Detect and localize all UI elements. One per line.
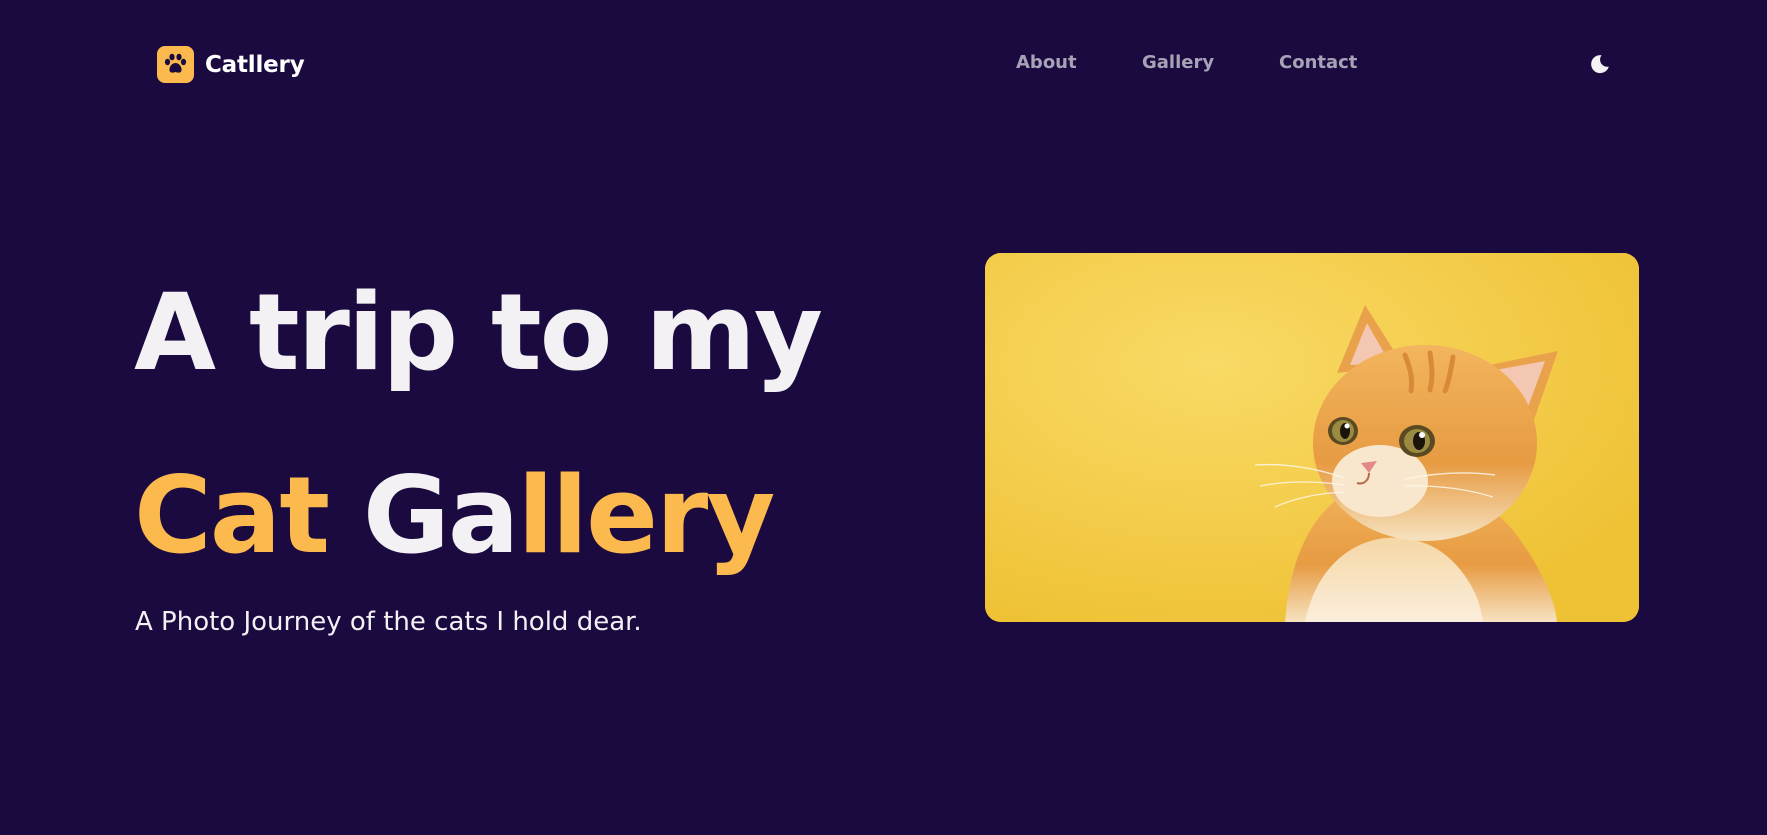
hero-kitten-image	[985, 253, 1639, 622]
nav-contact-link[interactable]: Contact	[1279, 52, 1357, 73]
nav-about-link[interactable]: About	[1016, 52, 1077, 73]
hero-title-white-ga: Ga	[362, 454, 520, 577]
paw-icon	[157, 46, 194, 83]
hero-title-line2: Cat Gallery	[134, 463, 775, 569]
moon-icon	[1591, 55, 1609, 74]
brand-logo-link[interactable]: Catllery	[157, 46, 305, 83]
hero-subtitle: A Photo Journey of the cats I hold dear.	[135, 607, 642, 637]
hero-title-accent-cat: Cat	[134, 454, 330, 577]
hero-title-line1: A trip to my	[134, 271, 823, 394]
nav-gallery-link[interactable]: Gallery	[1142, 52, 1214, 73]
theme-toggle-button[interactable]	[1588, 52, 1612, 76]
hero-title-accent-llery: llery	[517, 454, 775, 577]
page: Catllery About Gallery Contact A trip to…	[0, 0, 1767, 835]
brand-name: Catllery	[205, 51, 305, 78]
kitten-illustration	[985, 253, 1639, 622]
